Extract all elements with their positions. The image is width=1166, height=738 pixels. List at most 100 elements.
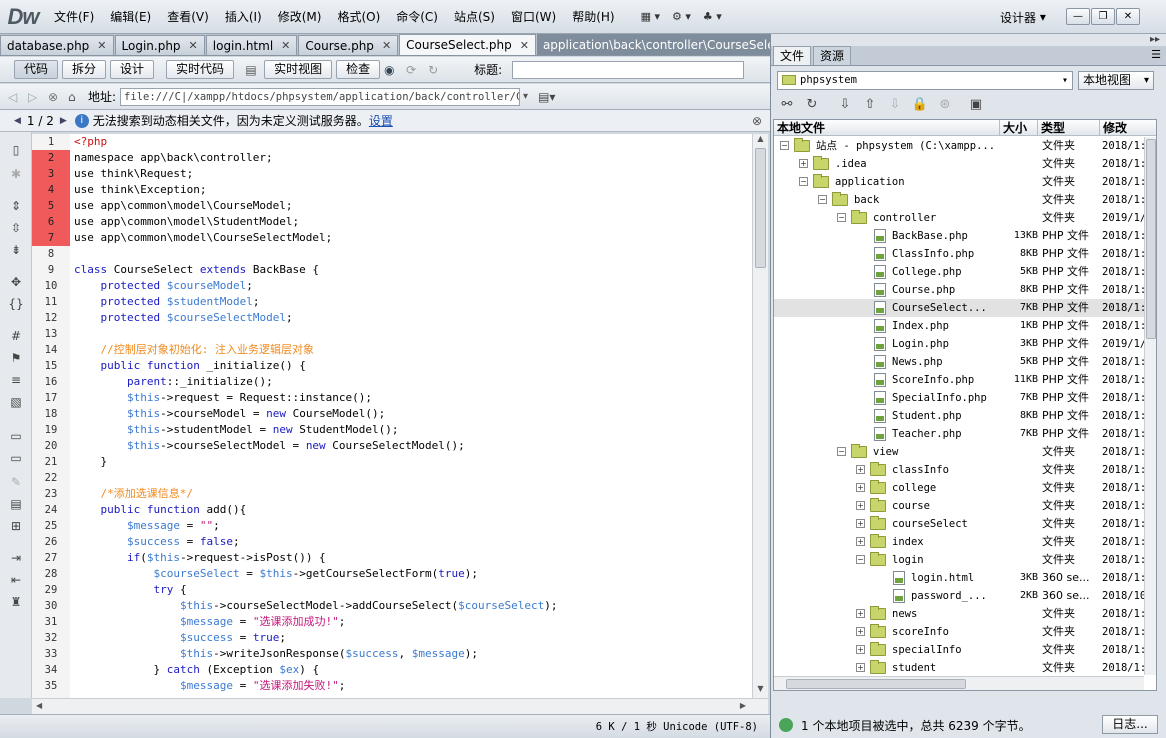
synchronize-icon[interactable]: ⊛ [935,96,955,114]
site-select[interactable]: phpsystem ▾ [777,71,1073,90]
file-row[interactable]: Teacher.php 7KB PHP 文件 2018/1: [774,425,1146,443]
tab-assets[interactable]: 资源 [813,46,852,65]
code-view-button[interactable]: 代码 [14,60,59,79]
file-scroll-thumb[interactable] [1146,139,1156,339]
tab-files[interactable]: 文件 [773,46,812,65]
expand-icon[interactable]: + [856,609,865,618]
folder-row[interactable]: − application 文件夹 2018/1: [774,173,1146,191]
close-tab-icon[interactable]: ✕ [520,39,529,52]
close-tab-icon[interactable]: ✕ [97,39,106,52]
expand-icon[interactable]: + [856,465,865,474]
address-dropdown-icon[interactable]: ▾ [523,91,528,102]
line-numbers-icon[interactable]: # [7,328,25,344]
outdent-code-icon[interactable]: ⇤ [7,572,25,588]
close-tab-icon[interactable]: ✕ [189,39,198,52]
folder-row[interactable]: − login 文件夹 2018/1: [774,551,1146,569]
menu-item[interactable]: 查看(V) [159,0,217,34]
expand-icon[interactable]: + [799,159,808,168]
check-compat-icon[interactable]: ⟳ [406,63,428,77]
folder-row[interactable]: + courseSelect 文件夹 2018/1: [774,515,1146,533]
browser-preview-icon[interactable]: ◉ [384,63,406,77]
workspace-switcher[interactable]: 设计器 ▾ [1000,0,1046,34]
design-view-button[interactable]: 设计 [110,60,155,79]
file-vertical-scrollbar[interactable] [1144,137,1156,675]
format-source-icon[interactable]: ♜ [7,594,25,610]
file-row[interactable]: College.php 5KB PHP 文件 2018/1: [774,263,1146,281]
layout-icon[interactable]: ▦ ▾ [635,6,666,28]
menu-item[interactable]: 插入(I) [217,0,270,34]
file-row[interactable]: BackBase.php 13KB PHP 文件 2018/1: [774,227,1146,245]
stop-icon[interactable]: ⊗ [48,90,68,104]
editor-scroll-thumb[interactable] [755,148,766,268]
file-row[interactable]: CourseSelect... 7KB PHP 文件 2018/1: [774,299,1146,317]
folder-row[interactable]: + student 文件夹 2018/1: [774,659,1146,677]
doc-tab[interactable]: CourseSelect.php ✕ [399,34,536,55]
highlight-invalid-icon[interactable]: ⚑ [7,350,25,366]
menu-item[interactable]: 命令(C) [388,0,446,34]
expand-all-icon[interactable]: ⇟ [7,242,25,258]
expand-icon[interactable]: + [856,501,865,510]
address-input[interactable]: file:///C|/xampp/htdocs/phpsystem/applic… [120,87,521,106]
refresh-icon[interactable]: ↻ [428,63,450,77]
code-editor[interactable]: <?php namespace app\back\controller; use t… [70,134,752,698]
folder-row[interactable]: + classInfo 文件夹 2018/1: [774,461,1146,479]
doc-tab[interactable]: database.php ✕ [0,35,114,55]
setup-link[interactable]: 设置 [369,112,393,129]
file-row[interactable]: ScoreInfo.php 11KB PHP 文件 2018/1: [774,371,1146,389]
info-prev-icon[interactable]: ◀ [14,116,21,126]
forward-icon[interactable]: ▷ [28,90,48,104]
word-wrap-icon[interactable]: ≡ [7,372,25,388]
check-in-icon[interactable]: 🔒 [910,96,930,114]
panel-menu-icon[interactable]: ☰ [1151,48,1161,61]
expand-icon[interactable]: + [856,537,865,546]
scroll-up-icon[interactable]: ▲ [755,134,766,146]
expand-icon[interactable]: + [856,627,865,636]
editor-horizontal-scrollbar[interactable]: ◀ ▶ [32,698,768,714]
refresh-files-icon[interactable]: ↻ [802,96,822,114]
syntax-coloring-icon[interactable]: ▧ [7,394,25,410]
balance-braces-icon[interactable]: {} [7,296,25,312]
folder-row[interactable]: − 站点 - phpsystem (C:\xampp... 文件夹 2018/1: [774,137,1146,155]
expand-icon[interactable]: + [856,663,865,672]
live-code-options-icon[interactable]: ▤ [238,63,264,77]
live-view-button[interactable]: 实时视图 [264,60,333,79]
doc-tab[interactable]: login.html ✕ [205,35,298,55]
collapse-icon[interactable]: − [856,555,865,564]
file-hscroll-thumb[interactable] [786,679,966,689]
close-tab-icon[interactable]: ✕ [382,39,391,52]
recent-snippets-icon[interactable]: ▤ [7,496,25,512]
column-size[interactable]: 大小 [1000,120,1038,136]
view-select[interactable]: 本地视图 ▾ [1078,71,1154,90]
folder-row[interactable]: + college 文件夹 2018/1: [774,479,1146,497]
connect-icon[interactable]: ⚯ [777,96,797,114]
editor-vertical-scrollbar[interactable]: ▲ ▼ [752,134,768,698]
apply-comment-icon[interactable]: ▭ [7,428,25,444]
panel-collapse-icon[interactable]: ▸▸ [1150,34,1160,45]
info-next-icon[interactable]: ▶ [60,116,67,126]
remove-comment-icon[interactable]: ▭ [7,450,25,466]
collapse-tag-icon[interactable]: ⇕ [7,198,25,214]
get-files-icon[interactable]: ⇩ [835,96,855,114]
back-icon[interactable]: ◁ [8,90,28,104]
file-row[interactable]: Index.php 1KB PHP 文件 2018/1: [774,317,1146,335]
file-row[interactable]: login.html 3KB 360 se... 2018/1: [774,569,1146,587]
scroll-left-icon[interactable]: ◀ [36,701,42,710]
put-files-icon[interactable]: ⇧ [860,96,880,114]
doc-tab[interactable]: Login.php ✕ [114,35,205,55]
minimize-button[interactable]: — [1066,8,1090,25]
view-options-icon[interactable]: ▤▾ [538,90,555,104]
expand-icon[interactable]: + [856,483,865,492]
folder-row[interactable]: + index 文件夹 2018/1: [774,533,1146,551]
folder-row[interactable]: + scoreInfo 文件夹 2018/1: [774,623,1146,641]
open-documents-icon[interactable]: ▯ [7,142,25,158]
scroll-down-icon[interactable]: ▼ [755,684,766,696]
menu-item[interactable]: 帮助(H) [564,0,622,34]
restore-button[interactable]: ❐ [1091,8,1115,25]
show-code-navigator-icon[interactable]: ✱ [7,166,25,182]
split-view-button[interactable]: 拆分 [62,60,107,79]
live-code-button[interactable]: 实时代码 [166,60,235,79]
file-row[interactable]: SpecialInfo.php 7KB PHP 文件 2018/1: [774,389,1146,407]
expand-icon[interactable]: + [856,645,865,654]
indent-code-icon[interactable]: ⇥ [7,550,25,566]
menu-item[interactable]: 编辑(E) [102,0,159,34]
